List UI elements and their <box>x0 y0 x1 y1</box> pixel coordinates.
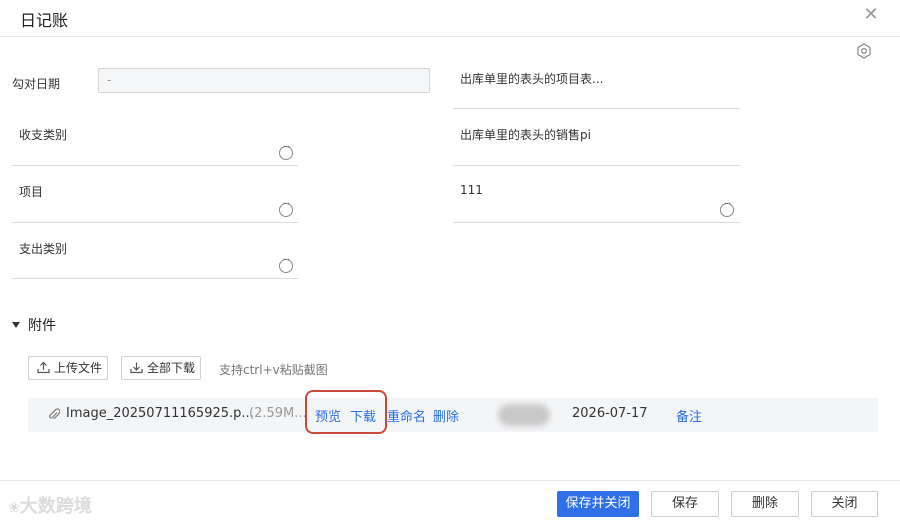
download-all-button[interactable]: 全部下载 <box>121 356 201 380</box>
download-all-label: 全部下载 <box>147 361 196 375</box>
rename-link[interactable]: 重命名 <box>387 406 426 425</box>
right-field-2-label: 出库单里的表头的销售pi <box>460 128 591 142</box>
income-type-more-icon[interactable] <box>279 142 293 160</box>
blurred-uploader <box>498 404 550 426</box>
right-field-3[interactable] <box>453 222 740 223</box>
window-titlebar: 日记账 ✕ <box>0 0 900 37</box>
right-field-3-more-icon[interactable] <box>720 199 734 217</box>
watermark-logo: ❀大数跨境 <box>8 492 92 518</box>
delete-link[interactable]: 删除 <box>433 406 459 425</box>
right-field-3-label: 111 <box>460 183 483 197</box>
attachment-row: Image_20250711165925.p... (2.59M... 预览 下… <box>28 398 878 432</box>
right-field-2[interactable] <box>453 165 740 166</box>
note-link[interactable]: 备注 <box>676 406 702 425</box>
download-icon <box>130 362 143 374</box>
attachments-title: 附件 <box>28 318 56 334</box>
right-field-1[interactable] <box>453 108 740 109</box>
check-date-label: 勾对日期 <box>12 77 61 91</box>
right-field-1-label: 出库单里的表头的项目表... <box>460 72 604 86</box>
annotation-highlight-box <box>305 390 387 434</box>
close-icon[interactable]: ✕ <box>862 6 880 24</box>
project-field[interactable] <box>12 222 298 223</box>
save-and-close-button[interactable]: 保存并关闭 <box>557 491 639 517</box>
delete-button[interactable]: 删除 <box>731 491 799 517</box>
upload-file-label: 上传文件 <box>54 361 103 375</box>
income-type-label: 收支类别 <box>19 128 68 142</box>
project-label: 项目 <box>19 185 44 199</box>
expense-type-field[interactable] <box>12 278 298 279</box>
attachment-file-name[interactable]: Image_20250711165925.p... <box>66 406 254 421</box>
settings-icon[interactable] <box>856 43 872 59</box>
upload-file-button[interactable]: 上传文件 <box>28 356 108 380</box>
collapse-triangle-icon <box>12 322 20 328</box>
attachments-section-header[interactable]: 附件 <box>12 315 56 335</box>
project-more-icon[interactable] <box>279 199 293 217</box>
check-date-input[interactable]: - <box>98 68 430 93</box>
income-type-field[interactable] <box>12 165 298 166</box>
upload-icon <box>37 361 50 374</box>
close-button[interactable]: 关闭 <box>811 491 878 517</box>
watermark-icon: ❀ <box>8 500 20 516</box>
paste-hint: 支持ctrl+v粘贴截图 <box>219 363 328 377</box>
attachment-date: 2026-07-17 <box>572 406 648 421</box>
expense-type-label: 支出类别 <box>19 242 68 256</box>
watermark-text: 大数跨境 <box>19 496 92 517</box>
window-title: 日记账 <box>20 11 69 30</box>
attachment-file-size: (2.59M... <box>249 406 307 421</box>
paperclip-icon <box>49 408 60 420</box>
expense-type-more-icon[interactable] <box>279 255 293 273</box>
save-button[interactable]: 保存 <box>651 491 719 517</box>
